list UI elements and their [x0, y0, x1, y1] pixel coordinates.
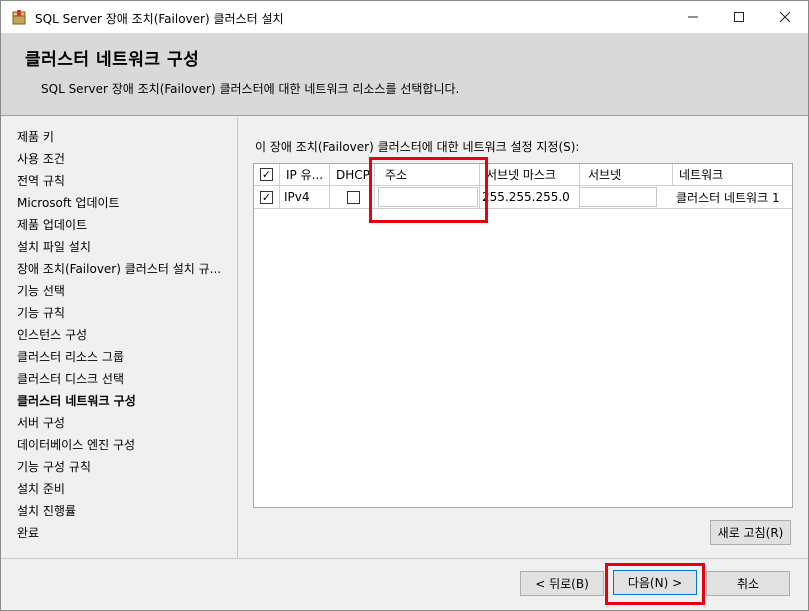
column-header-subnet-mask[interactable]: 서브넷 마스크 [480, 164, 580, 185]
cell-network: 클러스터 네트워크 1 [676, 190, 780, 205]
back-button[interactable]: < 뒤로(B) [520, 571, 604, 596]
minimize-button[interactable] [670, 1, 716, 33]
dhcp-checkbox[interactable] [347, 190, 360, 204]
nav-item-global-rules[interactable]: 전역 규칙 [17, 172, 65, 189]
setup-steps-nav: 제품 키 사용 조건 전역 규칙 Microsoft 업데이트 제품 업데이트 … [1, 117, 238, 558]
header-select-all-cell[interactable]: ✓ [254, 164, 280, 185]
network-settings-grid: ✓ IP 유... DHCP 주소 서브넷 마스크 서브넷 네트워크 ✓ IPv… [253, 163, 793, 508]
column-header-network[interactable]: 네트워크 [673, 164, 792, 185]
nav-item-cluster-resource-group[interactable]: 클러스터 리소스 그룹 [17, 348, 124, 365]
column-header-subnet[interactable]: 서브넷 [580, 164, 673, 185]
cell-ip-type: IPv4 [280, 186, 330, 208]
close-icon [779, 11, 791, 23]
row-select-checkbox[interactable]: ✓ [260, 190, 273, 204]
column-header-ip-type[interactable]: IP 유... [280, 164, 330, 185]
minimize-icon [688, 16, 698, 18]
next-button-highlight [605, 563, 705, 605]
nav-item-failover-cluster-rules[interactable]: 장애 조치(Failover) 클러스터 설치 규... [17, 260, 221, 277]
nav-item-database-engine-configuration[interactable]: 데이터베이스 엔진 구성 [17, 436, 135, 453]
nav-item-installation-progress[interactable]: 설치 진행률 [17, 502, 76, 519]
refresh-button[interactable]: 새로 고침(R) [710, 520, 791, 545]
nav-item-feature-configuration-rules[interactable]: 기능 구성 규칙 [17, 458, 91, 475]
row-select-cell[interactable]: ✓ [254, 186, 280, 208]
nav-item-cluster-network-configuration[interactable]: 클러스터 네트워크 구성 [17, 392, 136, 409]
nav-item-feature-selection[interactable]: 기능 선택 [17, 282, 65, 299]
page-subtitle: SQL Server 장애 조치(Failover) 클러스터에 대한 네트워크… [41, 82, 460, 96]
window-title: SQL Server 장애 조치(Failover) 클러스터 설치 [35, 12, 284, 26]
select-all-checkbox[interactable]: ✓ [260, 168, 273, 181]
nav-item-install-setup-files[interactable]: 설치 파일 설치 [17, 238, 91, 255]
nav-item-instance-configuration[interactable]: 인스턴스 구성 [17, 326, 87, 343]
nav-item-microsoft-update[interactable]: Microsoft 업데이트 [17, 194, 120, 211]
network-settings-caption: 이 장애 조치(Failover) 클러스터에 대한 네트워크 설정 지정(S)… [255, 140, 580, 154]
title-bar: SQL Server 장애 조치(Failover) 클러스터 설치 [1, 1, 808, 33]
setup-window: SQL Server 장애 조치(Failover) 클러스터 설치 클러스터 … [0, 0, 809, 611]
nav-item-license-terms[interactable]: 사용 조건 [17, 150, 65, 167]
maximize-icon [734, 12, 744, 22]
nav-item-complete[interactable]: 완료 [17, 524, 39, 541]
grid-header-row: ✓ IP 유... DHCP 주소 서브넷 마스크 서브넷 네트워크 [254, 164, 792, 186]
sql-server-setup-box-icon [11, 9, 27, 25]
nav-item-ready-to-install[interactable]: 설치 준비 [17, 480, 65, 497]
nav-item-product-key[interactable]: 제품 키 [17, 128, 54, 145]
nav-item-server-configuration[interactable]: 서버 구성 [17, 414, 65, 431]
cancel-button[interactable]: 취소 [706, 571, 790, 596]
page-title: 클러스터 네트워크 구성 [25, 50, 200, 70]
page-header: 클러스터 네트워크 구성 SQL Server 장애 조치(Failover) … [1, 33, 808, 116]
nav-item-product-updates[interactable]: 제품 업데이트 [17, 216, 87, 233]
close-button[interactable] [762, 1, 808, 33]
nav-item-cluster-disk-selection[interactable]: 클러스터 디스크 선택 [17, 370, 124, 387]
maximize-button[interactable] [716, 1, 762, 33]
subnet-input[interactable] [579, 187, 657, 207]
table-row: ✓ IPv4 255.255.255.0 클러스터 네트워크 1 [254, 186, 792, 209]
main-content: 이 장애 조치(Failover) 클러스터에 대한 네트워크 설정 지정(S)… [239, 117, 808, 558]
nav-item-feature-rules[interactable]: 기능 규칙 [17, 304, 65, 321]
cell-subnet-mask: 255.255.255.0 [480, 186, 580, 208]
address-column-highlight [369, 157, 488, 223]
